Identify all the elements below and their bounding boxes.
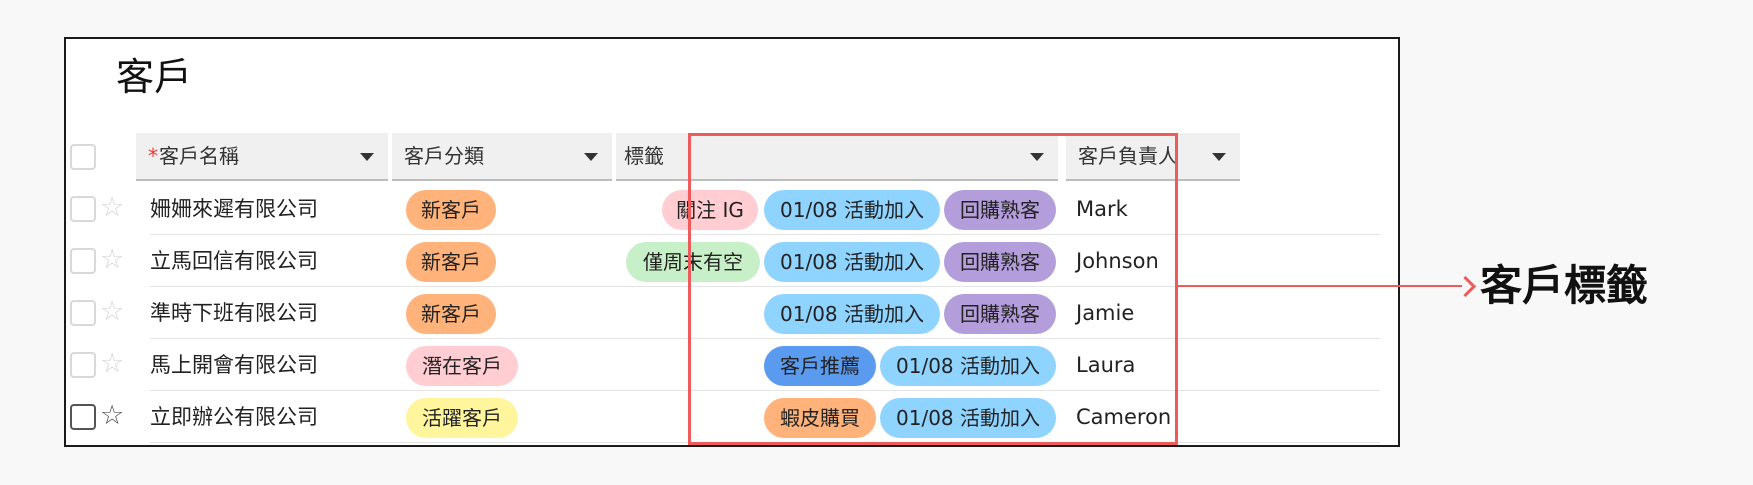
column-header-tags-label: 標籤	[624, 144, 664, 168]
star-icon[interactable]: ☆	[100, 350, 124, 378]
table-row[interactable]: ☆ 立馬回信有限公司 新客戶 僅周末有空 01/08 活動加入 回購熟客 Joh…	[66, 235, 1400, 287]
owner-name: Jamie	[1076, 301, 1135, 325]
table-row[interactable]: ☆ 準時下班有限公司 新客戶 01/08 活動加入 回購熟客 Jamie	[66, 287, 1400, 339]
tag-badge: 蝦皮購買	[764, 398, 876, 438]
tag-badge: 01/08 活動加入	[880, 346, 1056, 386]
category-badge: 新客戶	[406, 294, 496, 334]
tag-badge: 01/08 活動加入	[764, 242, 940, 282]
owner-name: Johnson	[1076, 249, 1159, 273]
arrow-right-icon	[1454, 275, 1477, 298]
row-checkbox[interactable]	[70, 352, 96, 378]
category-badge: 新客戶	[406, 242, 496, 282]
column-header-category-label: 客戶分類	[404, 144, 484, 168]
caret-down-icon[interactable]	[1212, 153, 1226, 161]
customer-name[interactable]: 立馬回信有限公司	[150, 235, 318, 287]
table-row[interactable]: ☆ 立即辦公有限公司 活躍客戶 蝦皮購買 01/08 活動加入 Cameron	[66, 391, 1400, 443]
tag-badge: 回購熟客	[944, 190, 1056, 230]
tag-badge: 01/08 活動加入	[880, 398, 1056, 438]
owner-name: Cameron	[1076, 405, 1172, 429]
category-badge: 活躍客戶	[406, 398, 518, 438]
category-badge: 新客戶	[406, 190, 496, 230]
caret-down-icon[interactable]	[360, 153, 374, 161]
table-header: *客戶名稱 客戶分類 標籤 客戶負責人	[66, 133, 1400, 181]
customer-list-panel: 客戶 *客戶名稱 客戶分類 標籤 客戶負責人 ☆ 姍姍來遲有限公司 新客戶 關注…	[64, 37, 1400, 447]
owner-name: Mark	[1076, 197, 1128, 221]
caret-down-icon[interactable]	[584, 153, 598, 161]
star-icon[interactable]: ☆	[100, 194, 124, 222]
row-checkbox[interactable]	[70, 404, 96, 430]
table-row[interactable]: ☆ 馬上開會有限公司 潛在客戶 客戶推薦 01/08 活動加入 Laura	[66, 339, 1400, 391]
tag-badge: 回購熟客	[944, 242, 1056, 282]
caret-down-icon[interactable]	[1030, 153, 1044, 161]
tag-badge: 僅周末有空	[626, 242, 760, 282]
tag-badge: 客戶推薦	[764, 346, 876, 386]
row-checkbox[interactable]	[70, 196, 96, 222]
row-checkbox[interactable]	[70, 248, 96, 274]
star-icon[interactable]: ☆	[100, 402, 124, 430]
table-row[interactable]: ☆ 姍姍來遲有限公司 新客戶 關注 IG 01/08 活動加入 回購熟客 Mar…	[66, 183, 1400, 235]
customer-name[interactable]: 馬上開會有限公司	[150, 339, 318, 391]
column-header-name[interactable]: *客戶名稱	[136, 133, 388, 181]
column-header-category[interactable]: 客戶分類	[392, 133, 612, 181]
row-divider	[150, 442, 1380, 443]
tag-badge: 01/08 活動加入	[764, 190, 940, 230]
page-title: 客戶	[116, 55, 193, 99]
category-badge: 潛在客戶	[406, 346, 518, 386]
column-header-tags[interactable]: 標籤	[616, 133, 1058, 181]
tag-badge: 關注 IG	[662, 190, 758, 230]
tag-badge: 回購熟客	[944, 294, 1056, 334]
column-header-owner-label: 客戶負責人	[1078, 144, 1178, 168]
customer-name[interactable]: 立即辦公有限公司	[150, 391, 318, 443]
column-header-name-label: 客戶名稱	[159, 144, 239, 168]
tag-badge: 01/08 活動加入	[764, 294, 940, 334]
owner-name: Laura	[1076, 353, 1136, 377]
customer-name[interactable]: 姍姍來遲有限公司	[150, 183, 318, 235]
row-checkbox[interactable]	[70, 300, 96, 326]
callout-label: 客戶標籤	[1480, 261, 1649, 310]
column-header-owner[interactable]: 客戶負責人	[1066, 133, 1240, 181]
required-mark: *	[148, 144, 158, 168]
callout-arrow-line	[1177, 285, 1462, 287]
star-icon[interactable]: ☆	[100, 298, 124, 326]
customer-name[interactable]: 準時下班有限公司	[150, 287, 318, 339]
select-all-checkbox[interactable]	[70, 144, 96, 170]
star-icon[interactable]: ☆	[100, 246, 124, 274]
